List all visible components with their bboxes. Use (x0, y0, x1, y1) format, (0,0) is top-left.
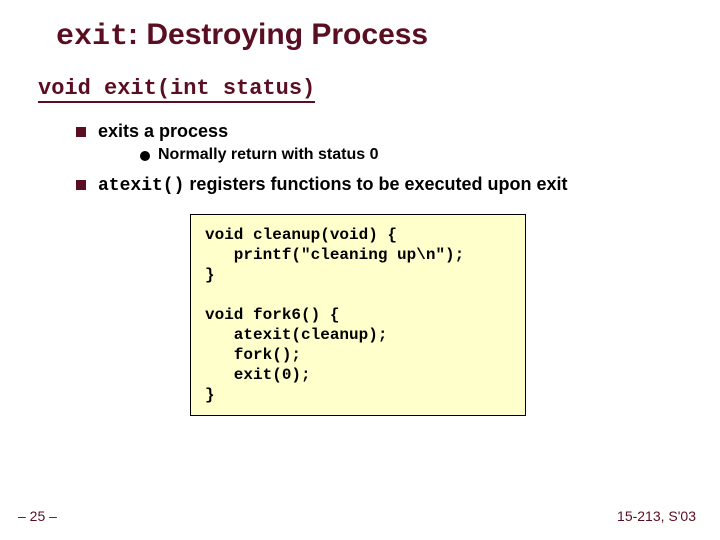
bullet-rest: registers functions to be executed upon … (184, 174, 567, 194)
bullet-item: exits a process (76, 121, 682, 142)
function-signature: void exit(int status) (38, 76, 315, 103)
subbullet-text: Normally return with status 0 (158, 146, 379, 164)
slide-title: exit: Destroying Process (56, 18, 682, 54)
bullet-text: atexit() registers functions to be execu… (98, 174, 568, 196)
dot-bullet-icon (140, 151, 150, 161)
title-rest: : Destroying Process (128, 18, 428, 51)
course-label: 15-213, S'03 (617, 508, 696, 524)
square-bullet-icon (76, 127, 86, 137)
code-block: void cleanup(void) { printf("cleaning up… (190, 214, 526, 416)
bullet-text: exits a process (98, 121, 228, 142)
subbullet-item: Normally return with status 0 (140, 146, 682, 164)
bullet-item: atexit() registers functions to be execu… (76, 174, 682, 196)
square-bullet-icon (76, 180, 86, 190)
title-code: exit (56, 20, 128, 54)
page-number: – 25 – (18, 508, 57, 524)
inline-code: atexit() (98, 176, 184, 196)
